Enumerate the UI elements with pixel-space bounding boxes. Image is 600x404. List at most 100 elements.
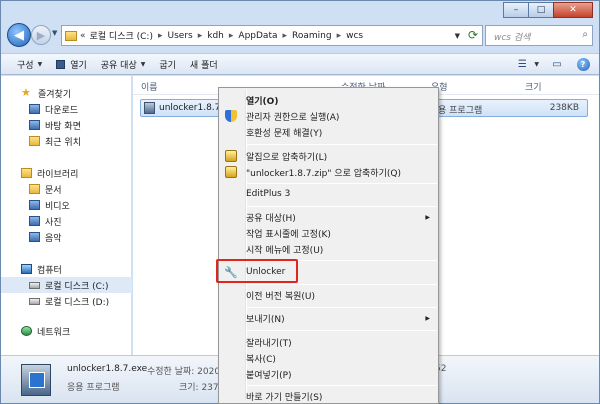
submenu-arrow-icon: ▶: [425, 314, 430, 322]
menu-item-editplus[interactable]: EditPlus 3: [246, 186, 438, 202]
menu-item-label: 잘라내기(T): [246, 338, 292, 349]
nav-computer[interactable]: 컴퓨터: [1, 261, 132, 277]
details-file-name: unlocker1.8.7.exe: [67, 364, 148, 374]
menu-separator: [247, 206, 437, 207]
column-header-size[interactable]: 크기: [525, 80, 542, 93]
breadcrumb-local-disk-c[interactable]: 로컬 디스크 (C:): [90, 29, 153, 42]
preview-pane-icon[interactable]: ▭: [549, 57, 565, 71]
application-icon: [144, 102, 155, 114]
menu-item-open[interactable]: 열기(O): [246, 92, 438, 108]
refresh-icon[interactable]: ⟳: [468, 28, 478, 42]
menu-separator: [247, 307, 437, 308]
back-button[interactable]: ◀: [7, 23, 31, 47]
application-icon: [56, 59, 66, 69]
search-input[interactable]: wcs 검색 ⌕: [485, 25, 593, 46]
menu-item-label: 보내기(N): [246, 314, 285, 325]
views-icon[interactable]: ☰: [514, 57, 530, 71]
breadcrumb-separator[interactable]: ▸: [283, 31, 288, 41]
file-size: 238KB: [549, 103, 579, 113]
breadcrumb-users[interactable]: Users: [168, 31, 193, 41]
nav-drive-c[interactable]: 로컬 디스크 (C:): [1, 277, 132, 293]
menu-item-label: 알집으로 압축하기(L): [246, 152, 328, 163]
menu-item-copy[interactable]: 복사(C): [246, 350, 438, 366]
open-button[interactable]: 열기: [56, 58, 87, 71]
menu-item-compress-named[interactable]: "unlocker1.8.7.zip" 으로 압축하기(Q): [225, 164, 438, 180]
nav-drive-d[interactable]: 로컬 디스크 (D:): [1, 293, 132, 309]
nav-pictures-label: 사진: [45, 217, 62, 228]
nav-network[interactable]: 네트워크: [1, 323, 132, 339]
nav-desktop[interactable]: 바탕 화면: [1, 117, 132, 133]
nav-network-label: 네트워크: [37, 327, 71, 338]
nav-pictures[interactable]: 사진: [1, 213, 132, 229]
breadcrumb-kdh[interactable]: kdh: [207, 31, 224, 41]
nav-videos[interactable]: 비디오: [1, 197, 132, 213]
address-overflow-chevron[interactable]: «: [80, 31, 86, 41]
burn-button[interactable]: 굽기: [159, 58, 176, 71]
command-bar: 구성 ▼ 열기 공유 대상 ▼ 굽기 새 폴더 ☰ ▼ ▭ ?: [1, 53, 599, 75]
menu-item-troubleshoot[interactable]: 호환성 문제 해결(Y): [246, 124, 438, 140]
breadcrumb-separator[interactable]: ▸: [337, 31, 342, 41]
menu-item-share-with[interactable]: 공유 대상(H) ▶: [246, 209, 438, 225]
breadcrumb-separator[interactable]: ▸: [158, 31, 163, 41]
videos-icon: [29, 200, 40, 210]
menu-item-create-shortcut[interactable]: 바로 가기 만들기(S): [246, 388, 438, 404]
folder-icon: [65, 30, 77, 41]
breadcrumb-roaming[interactable]: Roaming: [292, 31, 332, 41]
chevron-down-icon: ▼: [140, 60, 146, 68]
minimize-button[interactable]: –: [503, 2, 529, 18]
breadcrumb-wcs[interactable]: wcs: [346, 31, 363, 41]
chevron-down-icon[interactable]: ▼: [534, 61, 539, 68]
menu-item-cut[interactable]: 잘라내기(T): [246, 334, 438, 350]
menu-item-pin-taskbar[interactable]: 작업 표시줄에 고정(K): [246, 225, 438, 241]
address-dropdown-icon[interactable]: ▼: [455, 32, 460, 40]
menu-item-send-to[interactable]: 보내기(N) ▶: [246, 310, 438, 326]
nav-downloads[interactable]: 다운로드: [1, 101, 132, 117]
star-icon: ★: [21, 86, 31, 99]
recent-pages-dropdown[interactable]: ▼: [52, 29, 57, 37]
nav-computer-label: 컴퓨터: [37, 265, 62, 276]
menu-item-label: 바로 가기 만들기(S): [246, 392, 323, 403]
help-button[interactable]: ?: [575, 57, 591, 71]
share-with-button[interactable]: 공유 대상 ▼: [101, 58, 146, 71]
navigation-pane: ★ 즐겨찾기 다운로드 바탕 화면 최근 위치 라이브러리 문서 비디오 사진 …: [1, 76, 132, 355]
address-bar[interactable]: « 로컬 디스크 (C:) ▸ Users ▸ kdh ▸ AppData ▸ …: [61, 25, 483, 46]
menu-item-label: 호환성 문제 해결(Y): [246, 128, 323, 139]
organize-button[interactable]: 구성 ▼: [17, 58, 42, 71]
menu-item-paste[interactable]: 붙여넣기(P): [246, 366, 438, 382]
search-placeholder: wcs 검색: [494, 33, 531, 43]
menu-item-label: 붙여넣기(P): [246, 370, 292, 381]
breadcrumb-separator[interactable]: ▸: [198, 31, 203, 41]
menu-item-restore[interactable]: 이전 버전 복원(U): [246, 287, 438, 303]
help-icon: ?: [576, 57, 590, 71]
nav-recent[interactable]: 최근 위치: [1, 133, 132, 149]
nav-documents[interactable]: 문서: [1, 181, 132, 197]
organize-label: 구성: [17, 60, 34, 71]
nav-music[interactable]: 음악: [1, 229, 132, 245]
menu-item-pin-start[interactable]: 시작 메뉴에 고정(U): [246, 241, 438, 257]
maximize-button[interactable]: □: [528, 2, 554, 18]
menu-item-label: EditPlus 3: [246, 189, 291, 199]
burn-label: 굽기: [159, 60, 176, 71]
menu-item-label: 이전 버전 복원(U): [246, 291, 316, 302]
breadcrumb-appdata[interactable]: AppData: [238, 31, 277, 41]
nav-drive-d-label: 로컬 디스크 (D:): [45, 297, 110, 308]
nav-libraries[interactable]: 라이브러리: [1, 165, 132, 181]
libraries-icon: [21, 168, 32, 178]
search-icon[interactable]: ⌕: [582, 29, 588, 40]
drive-icon: [29, 281, 40, 289]
close-button[interactable]: ✕: [553, 2, 593, 18]
details-modified: 수정한 날짜: 2020: [147, 367, 221, 377]
menu-item-label: 공유 대상(H): [246, 213, 296, 224]
network-icon: [21, 326, 32, 336]
forward-button[interactable]: ▶: [31, 25, 51, 45]
nav-favorites[interactable]: ★ 즐겨찾기: [1, 85, 132, 101]
file-type: 용 프로그램: [438, 106, 483, 116]
column-header-name[interactable]: 이름: [141, 80, 158, 93]
menu-item-run-as-admin[interactable]: 관리자 권한으로 실행(A): [225, 108, 438, 124]
menu-separator: [247, 385, 437, 386]
breadcrumb-separator[interactable]: ▸: [229, 31, 234, 41]
alzip-icon: [225, 166, 237, 178]
nav-libraries-label: 라이브러리: [37, 169, 79, 180]
new-folder-button[interactable]: 새 폴더: [190, 58, 218, 71]
menu-item-compress-alzip[interactable]: 알집으로 압축하기(L): [225, 148, 438, 164]
